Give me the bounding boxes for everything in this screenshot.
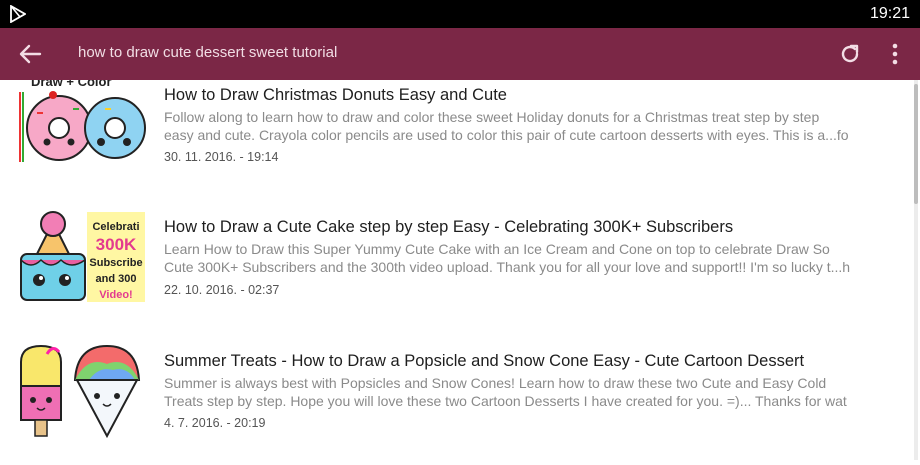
video-list: Draw + Color How to Draw Christmas Donut… <box>0 80 920 460</box>
svg-text:Video!: Video! <box>99 289 132 301</box>
video-list-item[interactable]: Draw + Color How to Draw Christmas Donut… <box>0 80 920 190</box>
video-thumbnail: Celebrati 300K Subscribe and 300 Video! <box>17 208 147 306</box>
video-title: How to Draw a Cute Cake step by step Eas… <box>164 218 734 236</box>
video-description-line: Summer is always best with Popsicles and… <box>164 375 827 391</box>
svg-text:Subscribe: Subscribe <box>89 257 142 269</box>
video-title: Summer Treats - How to Draw a Popsicle a… <box>164 352 805 370</box>
app-bar: how to draw cute dessert sweet tutorial <box>0 28 920 80</box>
arrow-left-icon[interactable] <box>16 41 44 67</box>
video-date: 30. 11. 2016. - 19:14 <box>164 150 279 164</box>
video-description: Learn How to Draw this Super Yummy Cute … <box>164 240 902 276</box>
video-date: 22. 10. 2016. - 02:37 <box>164 283 280 297</box>
video-description-line: easy and cute. Crayola color pencils are… <box>164 127 849 143</box>
svg-text:and 300: and 300 <box>96 273 137 285</box>
video-thumbnail: Draw + Color <box>17 80 147 170</box>
video-description-line: Follow along to learn how to draw and co… <box>164 109 820 125</box>
video-list-item[interactable]: Celebrati 300K Subscribe and 300 Video! … <box>0 202 920 312</box>
thumbnail-caption: Draw + Color <box>31 80 112 89</box>
svg-text:Celebrati: Celebrati <box>92 221 139 233</box>
scrollbar[interactable] <box>914 80 918 460</box>
video-description-line: Treats step by step. Hope you will love … <box>164 393 847 409</box>
scrollbar-track <box>914 80 918 460</box>
cake-thumbnail-image: Celebrati 300K Subscribe and 300 Video! <box>17 208 147 306</box>
video-description: Summer is always best with Popsicles and… <box>164 374 902 410</box>
more-vert-icon[interactable] <box>884 42 906 66</box>
video-description-line: Cute 300K+ Subscribers and the 300th vid… <box>164 259 851 275</box>
donuts-thumbnail-image: Draw + Color <box>17 80 147 170</box>
status-bar: 19:21 <box>0 0 920 28</box>
video-title: How to Draw Christmas Donuts Easy and Cu… <box>164 86 507 104</box>
status-time: 19:21 <box>869 5 910 22</box>
video-thumbnail <box>17 340 147 438</box>
search-query[interactable]: how to draw cute dessert sweet tutorial <box>78 44 337 61</box>
video-description: Follow along to learn how to draw and co… <box>164 108 902 144</box>
video-list-item[interactable]: Summer Treats - How to Draw a Popsicle a… <box>0 336 920 446</box>
video-date: 4. 7. 2016. - 20:19 <box>164 416 266 430</box>
popsicle-thumbnail-image <box>17 340 147 438</box>
video-description-line: Learn How to Draw this Super Yummy Cute … <box>164 241 830 257</box>
svg-text:300K: 300K <box>96 235 137 254</box>
play-store-notification-icon <box>10 5 26 23</box>
refresh-icon[interactable] <box>838 42 862 66</box>
